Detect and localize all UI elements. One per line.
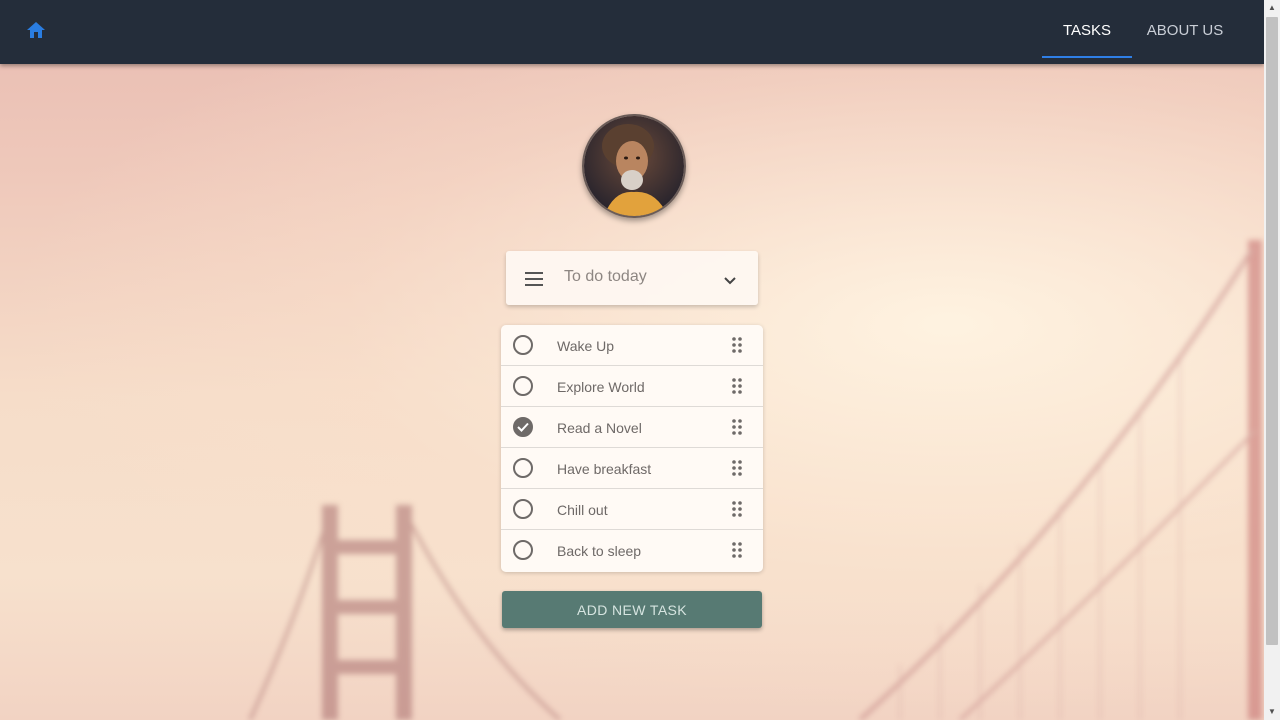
top-navbar: TASKS ABOUT US [0, 0, 1264, 64]
drag-handle-icon[interactable] [732, 378, 742, 394]
checkbox-checked-icon[interactable] [513, 417, 533, 437]
drag-handle-icon[interactable] [732, 542, 742, 558]
checkbox-unchecked-icon[interactable] [513, 540, 533, 560]
checkbox-unchecked-icon[interactable] [513, 499, 533, 519]
task-list: Wake Up Explore World Read a Novel Have … [501, 325, 763, 572]
drag-handle-icon[interactable] [732, 419, 742, 435]
chevron-down-icon[interactable] [724, 273, 736, 285]
task-label: Back to sleep [557, 543, 642, 559]
page-scrollbar[interactable]: ▲ ▼ [1264, 0, 1280, 720]
list-selector-dropdown[interactable]: To do today [506, 251, 758, 305]
task-row[interactable]: Explore World [501, 366, 763, 407]
task-label: Wake Up [557, 338, 615, 354]
drag-handle-icon[interactable] [732, 337, 742, 353]
checkbox-unchecked-icon[interactable] [513, 335, 533, 355]
task-label: Chill out [557, 502, 608, 518]
tab-tasks[interactable]: TASKS [1042, 0, 1132, 58]
scroll-up-arrow-icon[interactable]: ▲ [1264, 0, 1280, 16]
drag-handle-icon[interactable] [732, 460, 742, 476]
avatar [582, 114, 686, 218]
task-row[interactable]: Read a Novel [501, 407, 763, 448]
selected-list-label: To do today [564, 268, 647, 285]
task-row[interactable]: Have breakfast [501, 448, 763, 489]
task-label: Read a Novel [557, 420, 642, 436]
home-icon[interactable] [26, 20, 46, 40]
task-label: Have breakfast [557, 461, 652, 477]
checkbox-unchecked-icon[interactable] [513, 376, 533, 396]
menu-icon[interactable] [525, 272, 543, 286]
checkbox-unchecked-icon[interactable] [513, 458, 533, 478]
add-new-task-button[interactable]: ADD NEW TASK [502, 591, 762, 628]
tab-about-us[interactable]: ABOUT US [1139, 0, 1231, 56]
scroll-down-arrow-icon[interactable]: ▼ [1264, 704, 1280, 720]
scrollbar-thumb[interactable] [1266, 17, 1278, 645]
task-row[interactable]: Wake Up [501, 325, 763, 366]
task-row[interactable]: Chill out [501, 489, 763, 530]
task-label: Explore World [557, 379, 645, 395]
task-row[interactable]: Back to sleep [501, 530, 763, 571]
drag-handle-icon[interactable] [732, 501, 742, 517]
